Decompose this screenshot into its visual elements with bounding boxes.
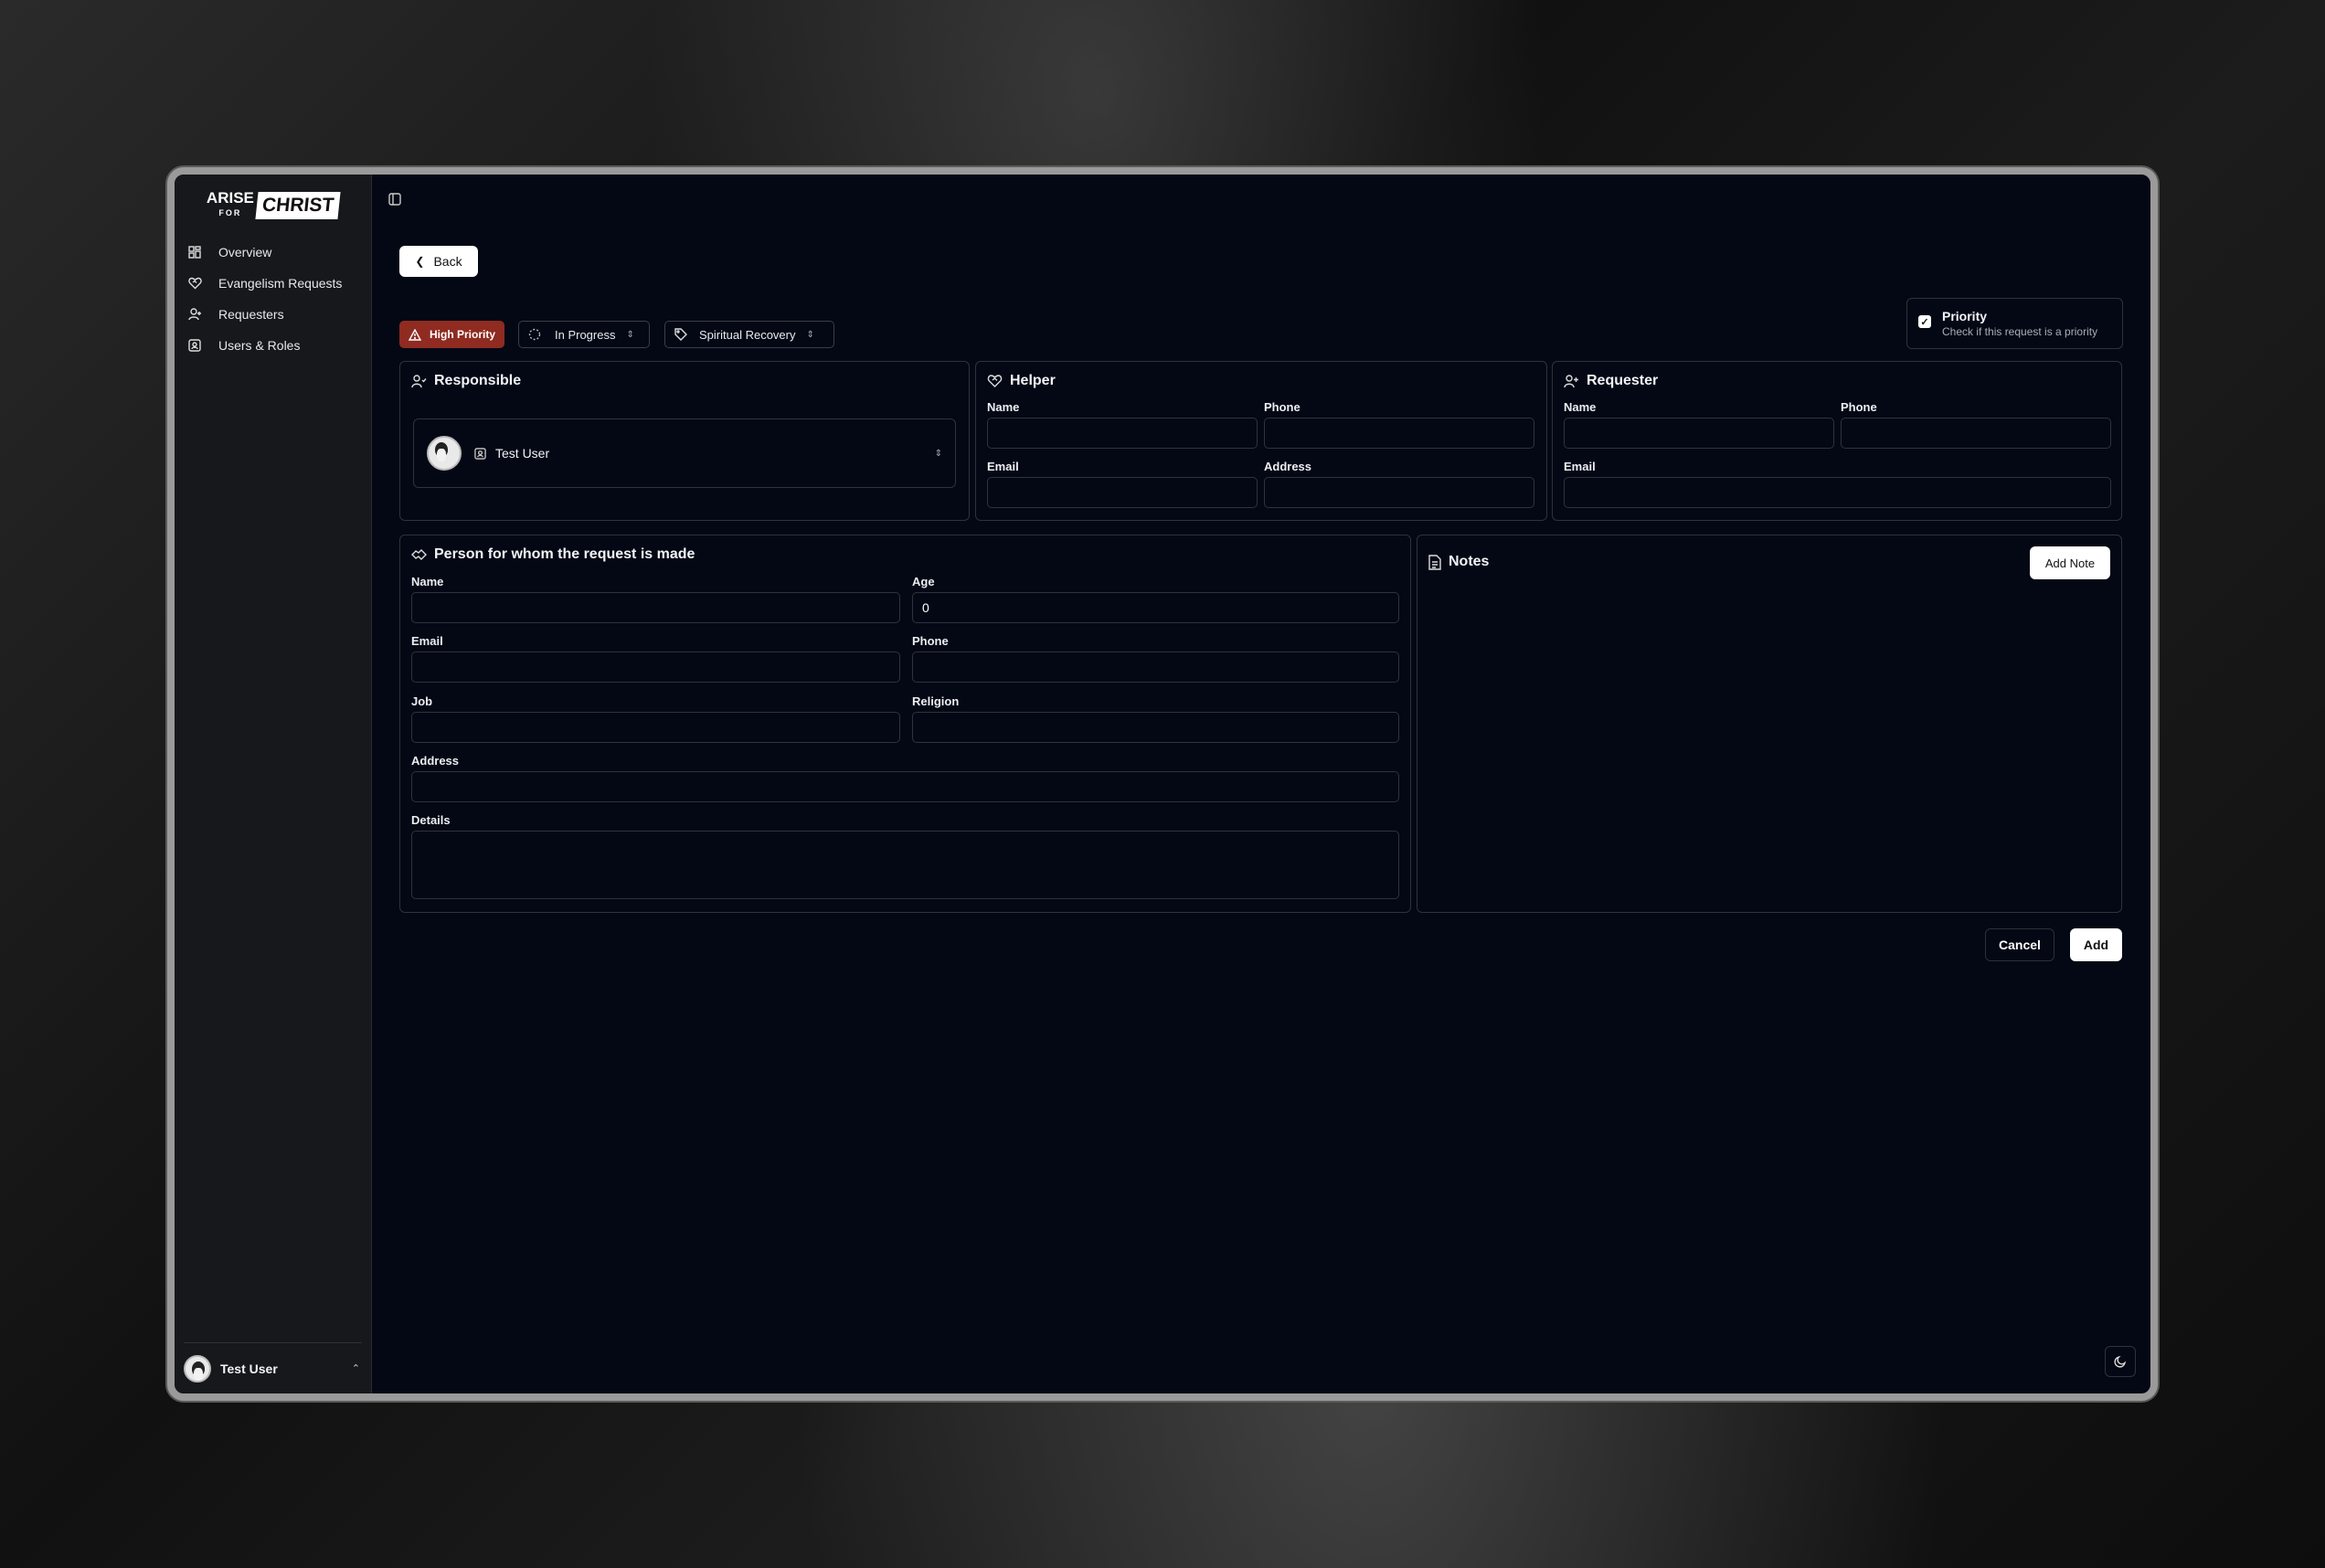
sidebar-item-label: Evangelism Requests	[218, 276, 343, 291]
chevrons-up-down-icon: ⇕	[626, 329, 634, 340]
contact-icon	[187, 338, 202, 353]
person-address-label: Address	[411, 754, 460, 768]
helper-email-label: Email	[987, 460, 1019, 473]
sidebar-item-evangelism-requests[interactable]: Evangelism Requests	[175, 268, 371, 299]
person-job-label: Job	[411, 694, 433, 708]
person-card: Person for whom the request is made Name…	[399, 535, 1411, 913]
heart-handshake-icon	[187, 276, 202, 291]
requester-email-label: Email	[1564, 460, 1596, 473]
grid-icon	[187, 245, 202, 260]
moon-icon	[2114, 1355, 2127, 1368]
person-name-input[interactable]	[411, 592, 900, 623]
requester-phone-input[interactable]	[1841, 418, 2111, 449]
helper-phone-input[interactable]	[1264, 418, 1534, 449]
priority-checkbox-card: ✓ Priority Check if this request is a pr…	[1906, 298, 2123, 349]
app-window: ARISE FOR CHRIST Overview Evangelism Requ…	[167, 167, 2158, 1401]
handshake-icon	[987, 374, 1003, 388]
helper-address-label: Address	[1264, 460, 1312, 473]
user-plus-icon	[1564, 374, 1579, 388]
person-title: Person for whom the request is made	[434, 546, 695, 562]
requester-phone-label: Phone	[1841, 400, 1877, 414]
priority-chip-label: High Priority	[430, 328, 496, 341]
person-age-input[interactable]: 0	[912, 592, 1399, 623]
requester-name-label: Name	[1564, 400, 1597, 414]
helper-name-label: Name	[987, 400, 1020, 414]
sidebar-item-overview[interactable]: Overview	[175, 237, 371, 268]
helper-address-input[interactable]	[1264, 477, 1534, 508]
notes-title: Notes	[1449, 554, 1490, 569]
priority-checkbox-description: Check if this request is a priority	[1942, 325, 2098, 338]
person-age-label: Age	[912, 575, 935, 588]
logo-text-for: FOR	[218, 208, 242, 217]
sidebar-item-label: Users & Roles	[218, 338, 301, 353]
sidebar-item-label: Overview	[218, 245, 272, 260]
responsible-select[interactable]: Test User ⇕	[413, 418, 956, 488]
loader-circle-icon	[528, 328, 541, 341]
person-address-input[interactable]	[411, 771, 1399, 802]
user-check-icon	[411, 374, 427, 388]
responsible-card: Responsible Test User ⇕	[399, 361, 970, 521]
back-label: Back	[433, 254, 462, 269]
requester-title: Requester	[1587, 373, 1659, 388]
sidebar-item-label: Requesters	[218, 307, 284, 322]
requester-email-input[interactable]	[1564, 477, 2111, 508]
chevron-up-icon: ⌃	[351, 1363, 360, 1374]
avatar	[184, 1354, 211, 1383]
add-note-button[interactable]: Add Note	[2030, 546, 2110, 579]
person-email-label: Email	[411, 634, 443, 648]
responsible-title: Responsible	[434, 373, 522, 388]
person-phone-label: Phone	[912, 634, 949, 648]
priority-checkbox[interactable]: ✓	[1918, 315, 1931, 328]
chevron-left-icon: ❮	[415, 255, 425, 268]
person-details-textarea[interactable]	[411, 831, 1399, 899]
person-details-label: Details	[411, 813, 451, 827]
helper-phone-label: Phone	[1264, 400, 1301, 414]
category-label: Spiritual Recovery	[699, 327, 796, 342]
person-religion-input[interactable]	[912, 712, 1399, 743]
logo-text-arise: ARISE	[206, 189, 254, 207]
main-content: ❮ Back High Priority In Progress ⇕ Spiri…	[372, 175, 2150, 1393]
tag-icon	[674, 328, 687, 341]
chevrons-up-down-icon: ⇕	[806, 329, 814, 340]
person-phone-input[interactable]	[912, 652, 1399, 683]
sidebar-toggle-icon[interactable]	[388, 193, 403, 207]
warning-triangle-icon	[409, 328, 421, 341]
requester-card: Requester Name Phone Email	[1552, 361, 2122, 521]
helper-title: Helper	[1010, 373, 1056, 388]
sidebar-item-requesters[interactable]: Requesters	[175, 299, 371, 330]
sidebar-item-users-roles[interactable]: Users & Roles	[175, 330, 371, 361]
sidebar: ARISE FOR CHRIST Overview Evangelism Requ…	[175, 175, 372, 1393]
responsible-user-name: Test User	[495, 446, 550, 461]
user-name: Test User	[220, 1361, 278, 1376]
helper-card: Helper Name Phone Email Address	[975, 361, 1547, 521]
status-label: In Progress	[555, 327, 616, 342]
priority-checkbox-title: Priority	[1942, 309, 1988, 323]
logo-text-christ: CHRIST	[255, 192, 341, 219]
user-plus-icon	[187, 307, 202, 322]
file-text-icon	[1428, 554, 1441, 570]
status-select[interactable]: In Progress ⇕	[518, 321, 650, 348]
sidebar-nav: Overview Evangelism Requests Requesters …	[175, 237, 371, 361]
avatar	[427, 436, 462, 471]
handshake-icon	[411, 548, 427, 561]
contact-icon	[474, 447, 486, 460]
priority-chip[interactable]: High Priority	[399, 321, 505, 348]
person-email-input[interactable]	[411, 652, 900, 683]
requester-name-input[interactable]	[1564, 418, 1834, 449]
cancel-button[interactable]: Cancel	[1985, 928, 2054, 961]
person-religion-label: Religion	[912, 694, 960, 708]
chevrons-up-down-icon: ⇕	[934, 448, 942, 459]
notes-card: Notes Add Note	[1417, 535, 2122, 913]
category-select[interactable]: Spiritual Recovery ⇕	[664, 321, 834, 348]
person-name-label: Name	[411, 575, 444, 588]
helper-name-input[interactable]	[987, 418, 1258, 449]
helper-email-input[interactable]	[987, 477, 1258, 508]
add-button[interactable]: Add	[2070, 928, 2122, 961]
person-job-input[interactable]	[411, 712, 900, 743]
theme-toggle-button[interactable]	[2105, 1346, 2136, 1377]
back-button[interactable]: ❮ Back	[399, 246, 478, 277]
user-menu[interactable]: Test User ⌃	[184, 1342, 362, 1393]
logo[interactable]: ARISE FOR CHRIST	[175, 180, 371, 231]
